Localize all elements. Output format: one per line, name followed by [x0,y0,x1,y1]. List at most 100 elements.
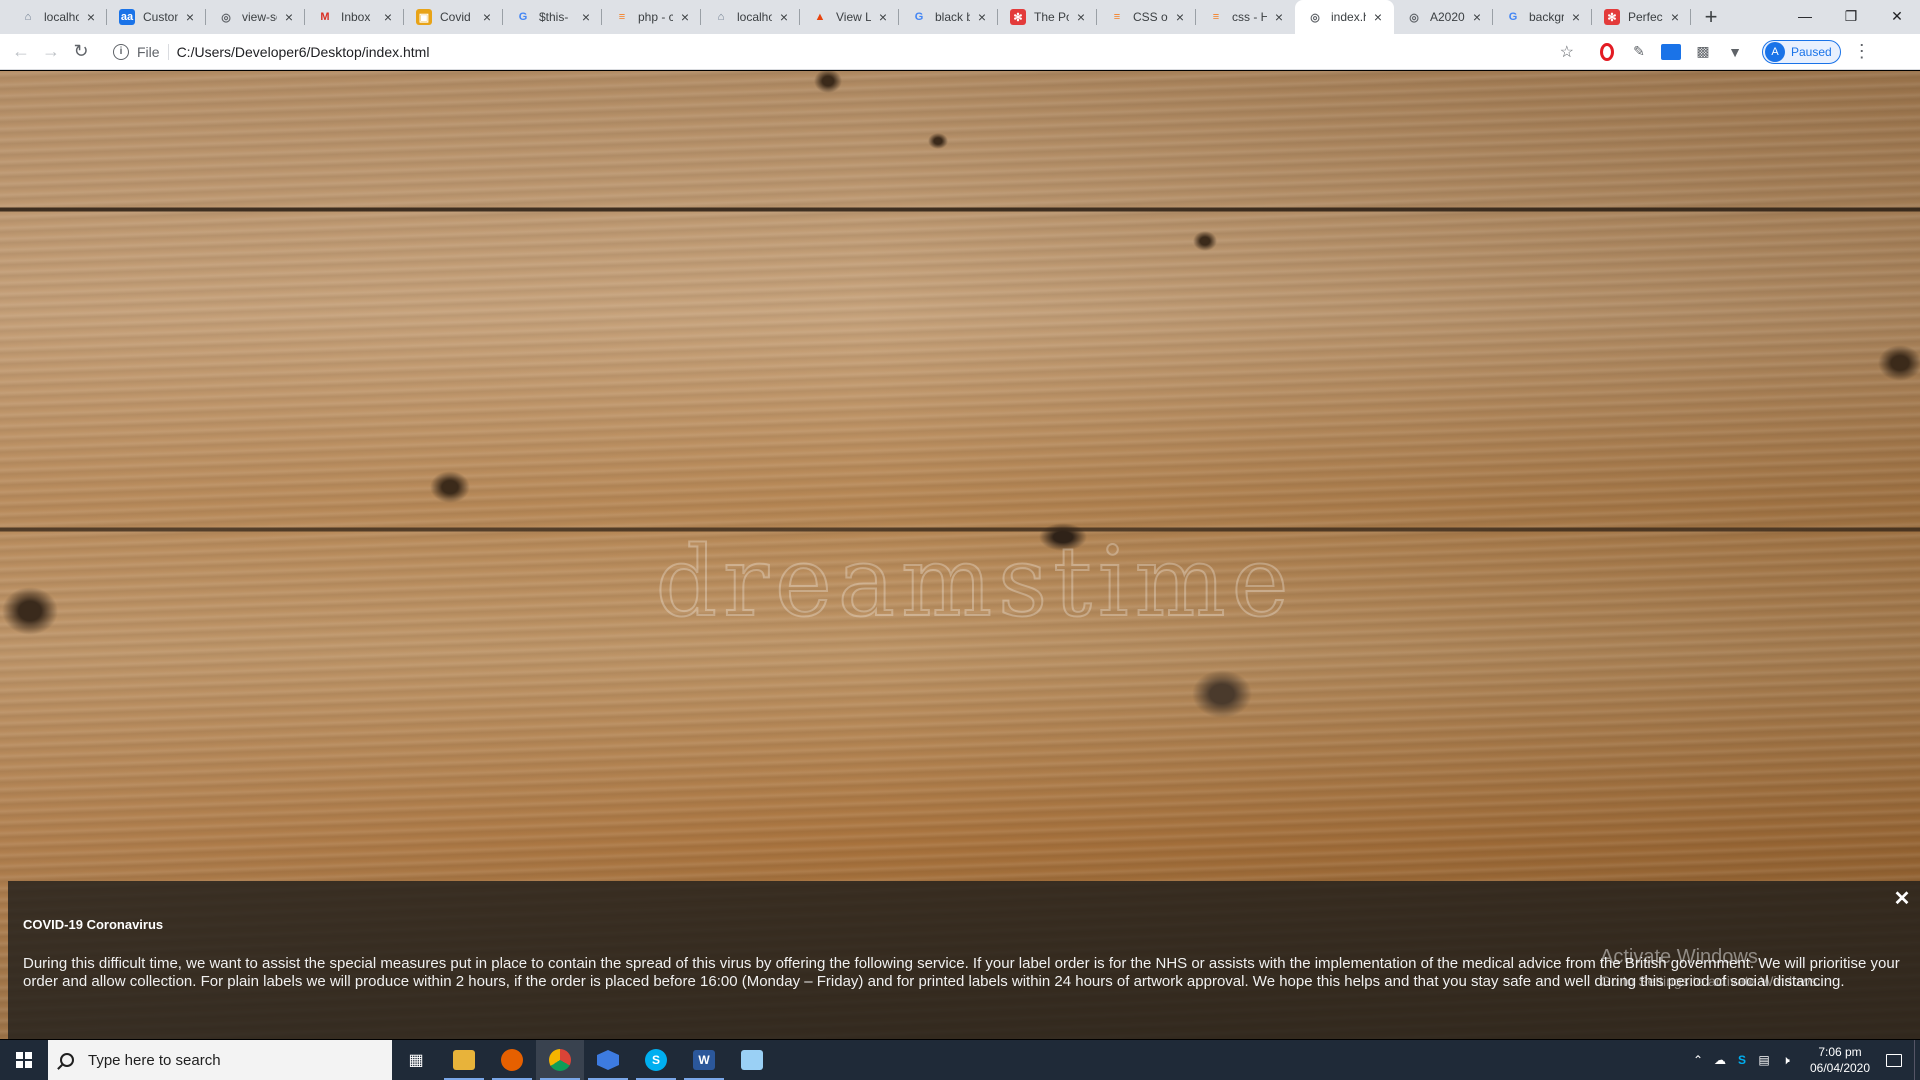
tab-16[interactable]: ✻ Perfec × [1592,0,1691,34]
tab-7[interactable]: ⌂ localhost × [701,0,800,34]
tab-15[interactable]: Gbackgr × [1493,0,1592,34]
tab-label: CSS op [1133,10,1168,24]
tab-close-icon[interactable]: × [1073,9,1089,25]
tab-label: Inbox [341,10,371,24]
tab-close-icon[interactable]: × [83,9,99,25]
windows-taskbar: Type here to search ▦ S W ⌃ ☁ S ▤ 🕨 7:06… [0,1040,1920,1080]
tab-4[interactable]: ▣ Covid × [404,0,503,34]
window-controls: — ❐ ✕ [1782,0,1920,32]
minimize-icon[interactable]: — [1782,0,1828,32]
firefox-icon [501,1049,523,1071]
hexagon-app-icon [597,1050,619,1070]
globe-icon: ◎ [1409,11,1419,24]
bookmark-star-icon[interactable]: ☆ [1560,42,1574,62]
task-view-button[interactable]: ▦ [392,1040,440,1080]
tab-close-icon[interactable]: × [479,9,495,25]
volume-muted-icon[interactable]: 🕨 [1776,1053,1796,1068]
close-window-icon[interactable]: ✕ [1874,0,1920,32]
onedrive-icon[interactable]: ☁ [1710,1053,1730,1067]
gmail-icon: M [320,11,330,23]
tab-close-icon[interactable]: × [776,9,792,25]
close-icon[interactable]: ✕ [1892,889,1912,909]
tab-label: black b [935,10,970,24]
system-clock[interactable]: 7:06 pm 06/04/2020 [1806,1044,1874,1076]
address-bar[interactable]: i File C:/Users/Developer6/Desktop/index… [105,37,1588,66]
tab-close-icon[interactable]: × [380,9,396,25]
tab-11[interactable]: ≡ CSS op × [1097,0,1196,34]
tab-close-icon[interactable]: × [1172,9,1188,25]
file-explorer-button[interactable] [440,1040,488,1080]
tab-14[interactable]: ◎ A2020 × [1394,0,1493,34]
tab-label: view-source [242,10,277,24]
vue-extension-icon[interactable]: ▼ [1722,39,1748,65]
tab-close-icon[interactable]: × [1667,9,1683,25]
url-text[interactable]: C:/Users/Developer6/Desktop/index.html [177,44,430,60]
tab-6[interactable]: ≡ php - c × [602,0,701,34]
chevron-up-icon[interactable]: ⌃ [1688,1053,1708,1067]
new-tab-button[interactable]: + [1697,3,1725,31]
google-icon: G [914,11,924,23]
tab-3[interactable]: M Inbox × [305,0,404,34]
tab-close-icon[interactable]: × [1370,9,1386,25]
stackoverflow-icon: ≡ [618,11,626,23]
firefox-button[interactable] [488,1040,536,1080]
aa-icon: aa [119,9,135,25]
tab-0[interactable]: ⌂ localhost × [8,0,107,34]
clock-date: 06/04/2020 [1809,1061,1871,1075]
tab-label: backgr [1529,10,1564,24]
tab-close-icon[interactable]: × [182,9,198,25]
taskbar-search-box[interactable]: Type here to search [48,1040,392,1080]
action-center-button[interactable] [1874,1040,1914,1080]
tab-close-icon[interactable]: × [677,9,693,25]
camera-extension-icon[interactable]: ▩ [1690,39,1716,65]
skype-tray-icon[interactable]: S [1732,1053,1752,1067]
back-button[interactable]: ← [7,38,35,66]
kebab-menu-icon[interactable]: ⋮ [1853,41,1871,62]
search-icon [60,1053,74,1067]
task-view-icon: ▦ [408,1052,424,1069]
tab-close-icon[interactable]: × [1271,9,1287,25]
reload-button[interactable]: ↻ [67,38,95,66]
tab-close-icon[interactable]: × [1469,9,1485,25]
network-icon[interactable]: ▤ [1754,1053,1774,1067]
tab-label: localhost [737,10,772,24]
word-icon: W [693,1050,715,1070]
tab-close-icon[interactable]: × [578,9,594,25]
tab-label: localhost [44,10,79,24]
tab-close-icon[interactable]: × [875,9,891,25]
chrome-button[interactable] [536,1040,584,1080]
tab-12[interactable]: ≡ css - H × [1196,0,1295,34]
app-button[interactable] [584,1040,632,1080]
tab-close-icon[interactable]: × [281,9,297,25]
opera-extension-icon[interactable] [1594,39,1620,65]
word-button[interactable]: W [680,1040,728,1080]
forward-button[interactable]: → [37,38,65,66]
tab-13[interactable]: ◎ index.h × [1295,0,1394,34]
tab-1[interactable]: aa Customer × [107,0,206,34]
chrome-icon [549,1049,571,1071]
reload-icon: ↻ [73,41,89,61]
tab-label: Covid [440,10,471,24]
globe-icon: ◎ [1310,11,1320,24]
show-desktop-button[interactable] [1914,1040,1920,1080]
tab-label: A2020 [1430,10,1465,24]
tab-2[interactable]: ◎ view-source × [206,0,305,34]
tab-close-icon[interactable]: × [1568,9,1584,25]
tab-9[interactable]: Gblack b × [899,0,998,34]
eyedropper-extension-icon[interactable]: ✎ [1626,39,1652,65]
tab-10[interactable]: ✻ The Po × [998,0,1097,34]
tab-label: php - c [638,10,673,24]
notepad-button[interactable] [728,1040,776,1080]
start-button[interactable] [0,1040,48,1080]
restore-icon[interactable]: ❐ [1828,0,1874,32]
info-icon[interactable]: i [113,43,129,60]
tab-label: index.h [1331,10,1366,24]
folder-icon [453,1050,475,1070]
covid-icon: ▣ [416,9,432,25]
new-extension-icon[interactable] [1658,39,1684,65]
tab-close-icon[interactable]: × [974,9,990,25]
tab-5[interactable]: G $this- × [503,0,602,34]
skype-button[interactable]: S [632,1040,680,1080]
profile-button[interactable]: A Paused [1762,39,1841,64]
tab-8[interactable]: ▲ View L × [800,0,899,34]
